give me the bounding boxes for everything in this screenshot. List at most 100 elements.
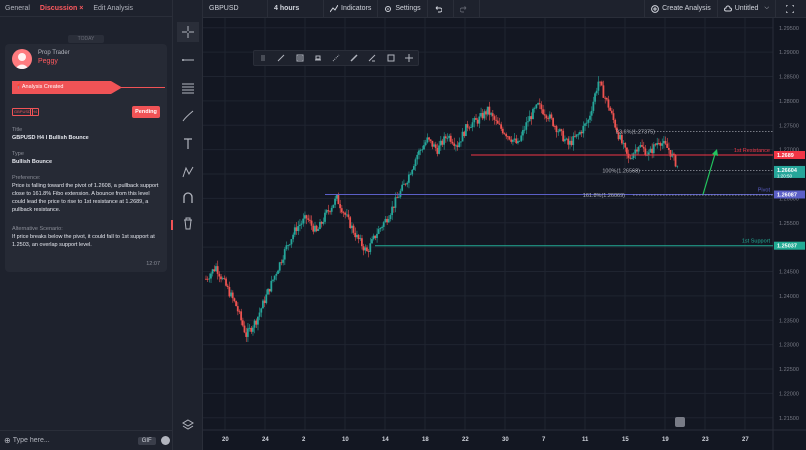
candle-body: [402, 183, 405, 185]
layers-tool[interactable]: [177, 415, 199, 435]
note-icon[interactable]: [290, 51, 308, 65]
chart-canvas[interactable]: 1.295001.290001.285001.280001.275001.270…: [203, 18, 806, 450]
candle-body: [522, 130, 524, 136]
candle-body: [475, 118, 477, 120]
candle-body: [246, 328, 249, 337]
symbol-selector[interactable]: GBPUSD: [203, 0, 268, 18]
chart-header: GBPUSD 4 hours Indicators Settings Creat…: [203, 0, 806, 18]
candle-body: [397, 196, 400, 198]
candle-body: [319, 221, 321, 230]
indicators-label: Indicators: [341, 5, 372, 12]
candle-body: [491, 113, 494, 117]
settings-button[interactable]: Settings: [378, 0, 428, 18]
redo-button[interactable]: [454, 0, 480, 18]
candle-body: [525, 122, 528, 130]
candle-body: [631, 158, 633, 159]
horizontal-line-icon: [182, 59, 194, 61]
candle-body: [568, 140, 571, 145]
pencil-icon[interactable]: [272, 51, 290, 65]
candle-body: [283, 249, 286, 260]
move-icon[interactable]: [400, 51, 418, 65]
candle-body: [285, 245, 288, 250]
x-tick-label: 15: [622, 437, 629, 443]
x-tick-label: 23: [702, 437, 709, 443]
line-width-icon[interactable]: [345, 51, 363, 65]
crosshair-tool[interactable]: [177, 22, 199, 42]
undo-button[interactable]: [428, 0, 454, 18]
pattern-tool[interactable]: [177, 162, 199, 182]
candle-body: [651, 148, 653, 154]
price-chart[interactable]: 1.29500 1.29000 1.28500 1.28000 1.27500 1.270…: [203, 18, 806, 450]
candle-body: [295, 227, 298, 231]
candle-body: [228, 287, 231, 297]
tab-general[interactable]: General: [0, 0, 35, 17]
magnet-icon: [183, 192, 193, 203]
candle-body: [505, 134, 508, 137]
candle-body: [543, 114, 546, 116]
tab-discussion[interactable]: Discussion ×: [35, 0, 88, 17]
status-banner: 📍Analysis Created: [12, 81, 122, 94]
candle-body: [300, 223, 303, 225]
x-tick-label: 18: [422, 437, 429, 443]
type-field: Type Bullish Bounce: [12, 150, 162, 166]
candle-body: [604, 97, 606, 99]
candle-body: [206, 278, 209, 280]
text-tool[interactable]: [177, 134, 199, 154]
candle-body: [639, 145, 642, 147]
candle-body: [223, 278, 226, 279]
x-tick-label: 27: [742, 437, 749, 443]
trend-line-tool[interactable]: [177, 50, 199, 70]
emoji-icon[interactable]: [160, 436, 170, 445]
drag-handle-icon[interactable]: [254, 51, 272, 65]
candle-body: [389, 215, 392, 220]
candle-body: [394, 197, 397, 208]
eraser-icon[interactable]: [363, 51, 381, 65]
candle-body: [399, 190, 402, 197]
candle-body: [448, 135, 451, 138]
alt-scenario-value: If price breaks below the pivot, it coul…: [12, 234, 155, 248]
close-icon[interactable]: ×: [79, 5, 83, 12]
candle-body: [508, 136, 511, 140]
selection-icon[interactable]: [382, 51, 400, 65]
candle-body: [634, 149, 637, 154]
candle-body: [407, 174, 410, 183]
candle-body: [506, 136, 509, 138]
plus-icon[interactable]: ⊕: [4, 436, 11, 445]
pending-badge[interactable]: Pending: [132, 106, 160, 118]
candle-body: [406, 182, 409, 185]
line-style-icon[interactable]: [327, 51, 345, 65]
interval-selector[interactable]: 4 hours: [268, 0, 324, 18]
indicators-button[interactable]: Indicators: [324, 0, 379, 18]
candle-body: [334, 198, 336, 205]
message-input[interactable]: [12, 437, 123, 444]
magnet-tool[interactable]: [177, 188, 199, 208]
x-tick-label: 24: [262, 437, 269, 443]
message-time: 12:07: [146, 261, 160, 267]
brush-tool[interactable]: [177, 106, 199, 126]
delete-tool[interactable]: [177, 213, 199, 233]
tab-edit-analysis[interactable]: Edit Analysis: [88, 0, 138, 17]
candle-body: [644, 148, 647, 156]
candle-body: [620, 135, 623, 144]
candle-body: [303, 215, 306, 219]
candle-body: [404, 183, 407, 185]
gif-button[interactable]: GIF: [137, 436, 156, 445]
candle-body: [265, 294, 268, 304]
fill-icon[interactable]: [309, 51, 327, 65]
candle-body: [302, 218, 305, 224]
candle-body: [624, 142, 627, 148]
candle-body: [423, 145, 425, 150]
candle-body: [597, 81, 600, 91]
candle-body: [607, 99, 610, 108]
create-analysis-button[interactable]: Create Analysis: [644, 0, 718, 18]
fullscreen-button[interactable]: [776, 0, 806, 18]
candle-body: [208, 278, 211, 280]
candle-body: [357, 234, 360, 240]
candle-body: [391, 206, 393, 216]
x-tick-label: 30: [502, 437, 509, 443]
candle-body: [428, 137, 430, 140]
candle-body: [262, 300, 264, 309]
fib-tool[interactable]: [177, 78, 199, 98]
layout-selector[interactable]: Untitled ⌵: [718, 0, 776, 18]
candle-body: [421, 149, 424, 151]
